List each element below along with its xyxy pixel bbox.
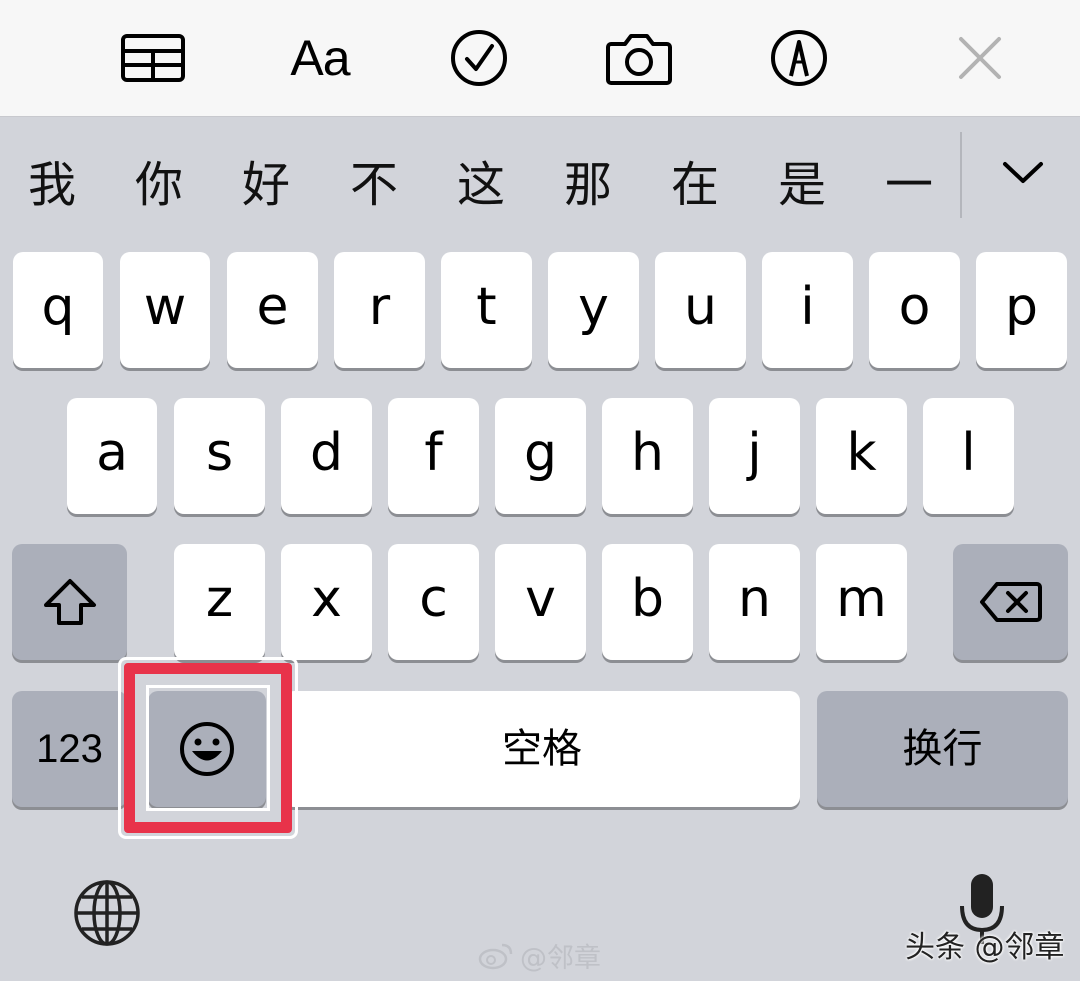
pen-tip-icon — [771, 30, 827, 86]
key-label: a — [96, 423, 128, 483]
key-i[interactable]: i — [762, 252, 853, 368]
close-icon — [959, 37, 1001, 79]
key-t[interactable]: t — [441, 252, 532, 368]
key-q[interactable]: q — [13, 252, 103, 368]
key-label: v — [525, 569, 556, 629]
key-label: d — [309, 423, 343, 483]
key-a[interactable]: a — [67, 398, 157, 514]
format-button[interactable]: Aa — [280, 22, 360, 94]
shift-arrow-icon — [43, 579, 96, 625]
key-label: f — [424, 423, 443, 483]
toutiao-watermark: 头条 @邻章 — [905, 930, 1065, 965]
smiley-face-icon — [180, 722, 234, 776]
key-label: k — [846, 423, 877, 483]
table-icon — [121, 34, 185, 82]
key-label: p — [1004, 277, 1038, 337]
key-z[interactable]: z — [174, 544, 265, 660]
key-label: l — [961, 423, 976, 483]
key-label: t — [476, 277, 497, 337]
checkmark-circle-icon — [451, 30, 507, 86]
key-label: b — [630, 569, 664, 629]
globe-button[interactable] — [70, 876, 144, 950]
weibo-watermark: @邻章 — [478, 936, 601, 975]
key-label: s — [205, 423, 234, 483]
camera-icon — [606, 34, 672, 85]
checklist-button[interactable] — [439, 22, 519, 94]
candidate-expand-button[interactable] — [995, 148, 1051, 198]
candidate-word[interactable]: 是 — [767, 150, 837, 220]
space-key[interactable]: 空格 — [284, 691, 800, 807]
key-r[interactable]: r — [334, 252, 425, 368]
key-label: y — [578, 277, 609, 337]
numbers-key-label: 123 — [36, 727, 103, 771]
key-y[interactable]: y — [548, 252, 639, 368]
candidate-word[interactable]: 我 — [17, 150, 87, 220]
weibo-watermark-text: @邻章 — [520, 943, 601, 974]
candidate-word[interactable]: 一 — [874, 150, 944, 220]
key-j[interactable]: j — [709, 398, 800, 514]
table-button[interactable] — [113, 22, 193, 94]
key-n[interactable]: n — [709, 544, 800, 660]
delete-key[interactable] — [953, 544, 1068, 660]
key-label: u — [684, 277, 717, 337]
key-label: r — [368, 277, 391, 337]
candidate-word[interactable]: 那 — [553, 150, 623, 220]
candidate-word[interactable]: 在 — [660, 150, 730, 220]
key-label: q — [41, 277, 75, 337]
key-e[interactable]: e — [227, 252, 318, 368]
key-label: c — [419, 569, 448, 629]
return-key[interactable]: 换行 — [817, 691, 1068, 807]
key-label: g — [523, 423, 557, 483]
key-c[interactable]: c — [388, 544, 479, 660]
key-d[interactable]: d — [281, 398, 372, 514]
key-f[interactable]: f — [388, 398, 479, 514]
key-u[interactable]: u — [655, 252, 746, 368]
numbers-key[interactable]: 123 — [12, 691, 127, 807]
backspace-icon — [979, 582, 1042, 622]
key-label: m — [836, 569, 887, 629]
candidate-word[interactable]: 不 — [339, 150, 409, 220]
camera-button[interactable] — [599, 22, 679, 94]
key-label: n — [738, 569, 771, 629]
notes-toolbar: Aa — [0, 0, 1080, 117]
emoji-key[interactable] — [148, 691, 266, 807]
return-key-label: 换行 — [902, 726, 983, 772]
key-label: o — [898, 277, 931, 337]
space-key-label: 空格 — [502, 726, 582, 772]
key-p[interactable]: p — [976, 252, 1067, 368]
shift-key[interactable] — [12, 544, 127, 660]
key-b[interactable]: b — [602, 544, 693, 660]
key-s[interactable]: s — [174, 398, 265, 514]
candidate-word[interactable]: 你 — [124, 150, 194, 220]
weibo-logo-icon — [478, 943, 513, 969]
close-button[interactable] — [940, 22, 1020, 94]
key-label: z — [205, 569, 234, 629]
candidate-divider — [960, 132, 962, 218]
key-label: x — [311, 569, 342, 629]
key-label: w — [143, 277, 187, 337]
key-v[interactable]: v — [495, 544, 586, 660]
key-label: j — [747, 423, 762, 483]
globe-icon — [74, 880, 140, 946]
candidate-word[interactable]: 这 — [446, 150, 516, 220]
chevron-down-icon — [1003, 162, 1043, 183]
key-m[interactable]: m — [816, 544, 907, 660]
key-l[interactable]: l — [923, 398, 1014, 514]
key-k[interactable]: k — [816, 398, 907, 514]
candidate-word[interactable]: 好 — [231, 150, 301, 220]
key-h[interactable]: h — [602, 398, 693, 514]
key-label: e — [256, 277, 289, 337]
key-label: h — [631, 423, 664, 483]
key-label: i — [800, 277, 815, 337]
key-g[interactable]: g — [495, 398, 586, 514]
key-x[interactable]: x — [281, 544, 372, 660]
markup-button[interactable] — [759, 22, 839, 94]
key-w[interactable]: w — [120, 252, 210, 368]
format-label: Aa — [290, 30, 350, 86]
key-o[interactable]: o — [869, 252, 960, 368]
